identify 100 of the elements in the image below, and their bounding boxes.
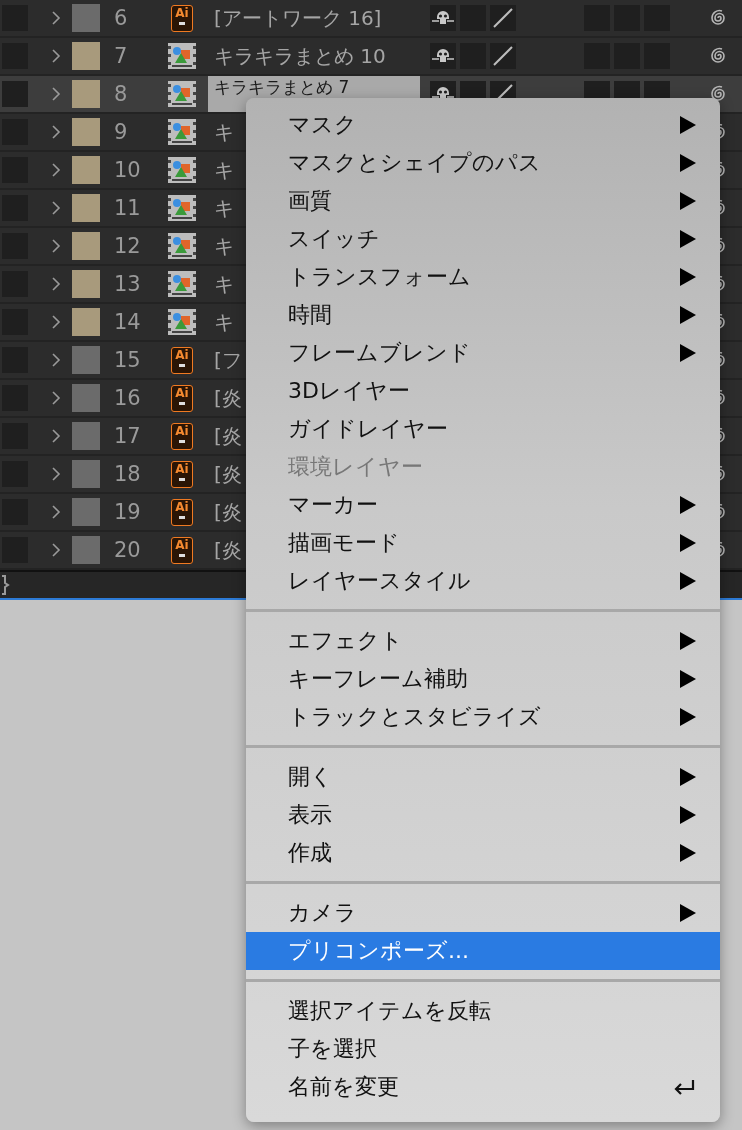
footage-icon — [166, 232, 198, 260]
return-key-icon — [672, 1078, 696, 1096]
label-color-swatch[interactable] — [72, 536, 100, 564]
layer-row[interactable]: 6 Ai [アートワーク 16] — [0, 0, 742, 36]
label-color-swatch[interactable] — [72, 4, 100, 32]
label-color-swatch[interactable] — [72, 384, 100, 412]
layer-number: 15 — [114, 348, 142, 372]
menu-item[interactable]: スイッチ — [246, 220, 720, 258]
menu-item[interactable]: レイヤースタイル — [246, 562, 720, 600]
label-color-swatch[interactable] — [72, 308, 100, 336]
layer-number: 19 — [114, 500, 142, 524]
menu-item[interactable]: 作成 — [246, 834, 720, 872]
menu-item[interactable]: 描画モード — [246, 524, 720, 562]
chevron-icon[interactable] — [51, 542, 61, 558]
layer-number: 6 — [114, 6, 129, 30]
chevron-icon[interactable] — [51, 390, 61, 406]
label-color-swatch[interactable] — [72, 118, 100, 146]
label-color-swatch[interactable] — [72, 270, 100, 298]
menu-item[interactable]: フレームブレンド — [246, 334, 720, 372]
menu-item[interactable]: プリコンポーズ... — [246, 932, 720, 970]
menu-item[interactable]: マーカー — [246, 486, 720, 524]
label-color-swatch[interactable] — [72, 346, 100, 374]
layer-number: 17 — [114, 424, 142, 448]
illustrator-file-icon: Ai — [171, 346, 193, 374]
submenu-arrow-icon — [680, 344, 696, 362]
menu-item[interactable]: 3Dレイヤー — [246, 372, 720, 410]
submenu-arrow-icon — [680, 268, 696, 286]
menu-item[interactable]: カメラ — [246, 894, 720, 932]
chevron-icon[interactable] — [51, 352, 61, 368]
menu-item[interactable]: トランスフォーム — [246, 258, 720, 296]
puppet-icon[interactable] — [430, 43, 456, 69]
brace-icon[interactable] — [0, 573, 10, 597]
layer-name[interactable]: [アートワーク 16] — [208, 0, 420, 36]
label-color-swatch[interactable] — [72, 42, 100, 70]
visibility-toggle[interactable] — [2, 81, 28, 107]
puppet-icon[interactable] — [430, 5, 456, 31]
menu-item[interactable]: トラックとスタビライズ — [246, 698, 720, 736]
submenu-arrow-icon — [680, 670, 696, 688]
footage-icon — [166, 156, 198, 184]
layer-row[interactable]: 7 キラキラまとめ 10 — [0, 38, 742, 74]
chevron-icon[interactable] — [51, 466, 61, 482]
footage-icon — [166, 270, 198, 298]
illustrator-file-icon: Ai — [171, 384, 193, 412]
chevron-icon[interactable] — [51, 276, 61, 292]
label-color-swatch[interactable] — [72, 460, 100, 488]
label-color-swatch[interactable] — [72, 194, 100, 222]
layer-number: 16 — [114, 386, 142, 410]
chevron-icon[interactable] — [51, 314, 61, 330]
chevron-icon[interactable] — [51, 200, 61, 216]
menu-item[interactable]: 選択アイテムを反転 — [246, 992, 720, 1030]
submenu-arrow-icon — [680, 154, 696, 172]
layer-number: 7 — [114, 44, 129, 68]
footage-icon — [166, 194, 198, 222]
submenu-arrow-icon — [680, 192, 696, 210]
quality-slash-icon[interactable] — [490, 5, 516, 31]
chevron-icon[interactable] — [51, 428, 61, 444]
illustrator-file-icon: Ai — [171, 422, 193, 450]
submenu-arrow-icon — [680, 496, 696, 514]
menu-item[interactable]: キーフレーム補助 — [246, 660, 720, 698]
submenu-arrow-icon — [680, 806, 696, 824]
label-color-swatch[interactable] — [72, 422, 100, 450]
layer-number: 9 — [114, 120, 129, 144]
chevron-icon[interactable] — [51, 10, 61, 26]
label-color-swatch[interactable] — [72, 232, 100, 260]
illustrator-file-icon: Ai — [171, 4, 193, 32]
chevron-icon[interactable] — [51, 86, 61, 102]
menu-item[interactable]: マスクとシェイプのパス — [246, 144, 720, 182]
layer-number: 20 — [114, 538, 142, 562]
footage-icon — [166, 42, 198, 70]
footage-icon — [166, 80, 198, 108]
menu-item[interactable]: 時間 — [246, 296, 720, 334]
submenu-arrow-icon — [680, 844, 696, 862]
menu-item[interactable]: エフェクト — [246, 622, 720, 660]
layer-number: 14 — [114, 310, 142, 334]
quality-slash-icon[interactable] — [490, 43, 516, 69]
layer-name[interactable]: キラキラまとめ 10 — [208, 38, 420, 74]
label-color-swatch[interactable] — [72, 156, 100, 184]
menu-item[interactable]: 名前を変更 — [246, 1068, 720, 1106]
label-color-swatch[interactable] — [72, 498, 100, 526]
submenu-arrow-icon — [680, 904, 696, 922]
chevron-icon[interactable] — [51, 124, 61, 140]
submenu-arrow-icon — [680, 116, 696, 134]
label-color-swatch[interactable] — [72, 80, 100, 108]
submenu-arrow-icon — [680, 230, 696, 248]
chevron-icon[interactable] — [51, 48, 61, 64]
layer-number: 18 — [114, 462, 142, 486]
menu-item[interactable]: 画質 — [246, 182, 720, 220]
layer-number: 13 — [114, 272, 142, 296]
menu-item[interactable]: 子を選択 — [246, 1030, 720, 1068]
submenu-arrow-icon — [680, 632, 696, 650]
menu-item[interactable]: 開く — [246, 758, 720, 796]
layer-number: 11 — [114, 196, 142, 220]
menu-item[interactable]: ガイドレイヤー — [246, 410, 720, 448]
chevron-icon[interactable] — [51, 238, 61, 254]
footage-icon — [166, 118, 198, 146]
chevron-icon[interactable] — [51, 504, 61, 520]
submenu-arrow-icon — [680, 306, 696, 324]
submenu-arrow-icon — [680, 572, 696, 590]
menu-item[interactable]: 表示 — [246, 796, 720, 834]
chevron-icon[interactable] — [51, 162, 61, 178]
